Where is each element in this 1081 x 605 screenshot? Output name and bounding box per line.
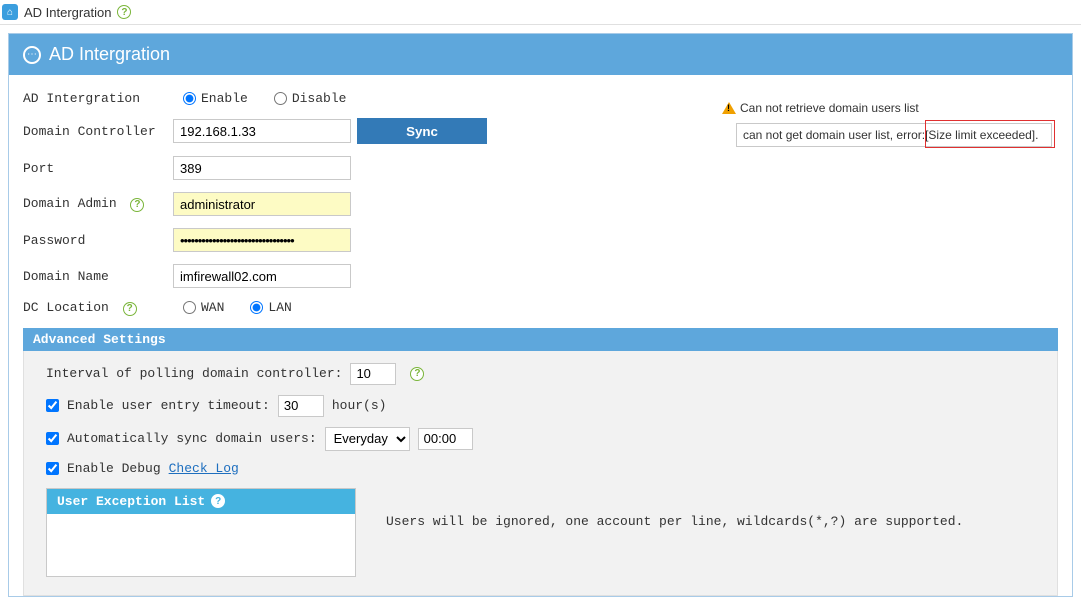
user-exception-list-note: Users will be ignored, one account per l…	[386, 486, 1026, 529]
panel-header-icon	[23, 46, 41, 64]
wan-radio-option[interactable]: WAN	[183, 300, 224, 315]
sync-button[interactable]: Sync	[357, 118, 487, 144]
domain-controller-label: Domain Controller	[23, 124, 173, 139]
domain-controller-input[interactable]	[173, 119, 351, 143]
auto-sync-day-select[interactable]: Everyday	[325, 427, 410, 451]
check-log-link[interactable]: Check Log	[169, 461, 239, 476]
lan-radio-option[interactable]: LAN	[250, 300, 291, 315]
enable-radio-option[interactable]: Enable	[183, 91, 248, 106]
user-entry-timeout-unit: hour(s)	[332, 398, 387, 413]
lan-radio[interactable]	[250, 301, 263, 314]
port-label: Port	[23, 161, 173, 176]
password-input[interactable]	[173, 228, 351, 252]
user-entry-timeout-input[interactable]	[278, 395, 324, 417]
domain-name-input[interactable]	[173, 264, 351, 288]
auto-sync-label: Automatically sync domain users:	[67, 431, 317, 446]
ad-integration-label: AD Intergration	[23, 91, 173, 106]
top-breadcrumb-bar: AD Intergration ?	[0, 0, 1081, 25]
user-entry-timeout-checkbox[interactable]	[46, 399, 59, 412]
warning-message: can not get domain user list, error:[Siz…	[736, 123, 1052, 147]
disable-radio[interactable]	[274, 92, 287, 105]
port-input[interactable]	[173, 156, 351, 180]
wan-radio-label: WAN	[201, 300, 224, 315]
help-icon[interactable]: ?	[211, 494, 225, 508]
auto-sync-time-input[interactable]	[418, 428, 473, 450]
wan-radio[interactable]	[183, 301, 196, 314]
help-icon[interactable]: ?	[117, 5, 131, 19]
dc-location-label: DC Location ?	[23, 300, 173, 316]
panel-title: AD Intergration	[49, 44, 170, 65]
help-icon[interactable]: ?	[130, 198, 144, 212]
debug-label: Enable Debug	[67, 461, 161, 476]
panel-header: AD Intergration	[9, 34, 1072, 75]
breadcrumb-title: AD Intergration	[24, 5, 111, 20]
debug-checkbox[interactable]	[46, 462, 59, 475]
domain-admin-input[interactable]	[173, 192, 351, 216]
enable-radio[interactable]	[183, 92, 196, 105]
panel-body: Can not retrieve domain users list can n…	[9, 75, 1072, 596]
auto-sync-checkbox[interactable]	[46, 432, 59, 445]
domain-admin-label: Domain Admin ?	[23, 196, 173, 212]
password-label: Password	[23, 233, 173, 248]
disable-radio-label: Disable	[292, 91, 347, 106]
advanced-settings-header: Advanced Settings	[23, 328, 1058, 351]
user-entry-timeout-label: Enable user entry timeout:	[67, 398, 270, 413]
polling-interval-label: Interval of polling domain controller:	[46, 366, 342, 381]
warning-area: Can not retrieve domain users list can n…	[722, 101, 1052, 147]
lan-radio-label: LAN	[268, 300, 291, 315]
help-icon[interactable]: ?	[410, 367, 424, 381]
polling-interval-input[interactable]	[350, 363, 396, 385]
app-icon	[2, 4, 18, 20]
user-exception-list-header: User Exception List ?	[47, 489, 355, 514]
warning-title: Can not retrieve domain users list	[740, 101, 919, 115]
advanced-settings-section: Advanced Settings Interval of polling do…	[23, 328, 1058, 596]
advanced-settings-body: Interval of polling domain controller: ?…	[23, 351, 1058, 596]
main-panel: AD Intergration Can not retrieve domain …	[8, 33, 1073, 597]
warning-detail-error: [Size limit exceeded].	[925, 128, 1038, 142]
warning-detail-prefix: can not get domain user list, error:	[743, 128, 925, 142]
disable-radio-option[interactable]: Disable	[274, 91, 347, 106]
user-exception-list-box: User Exception List ?	[46, 488, 356, 577]
warning-icon	[722, 102, 736, 114]
enable-radio-label: Enable	[201, 91, 248, 106]
user-exception-list-textarea[interactable]	[47, 514, 355, 576]
help-icon[interactable]: ?	[123, 302, 137, 316]
domain-name-label: Domain Name	[23, 269, 173, 284]
